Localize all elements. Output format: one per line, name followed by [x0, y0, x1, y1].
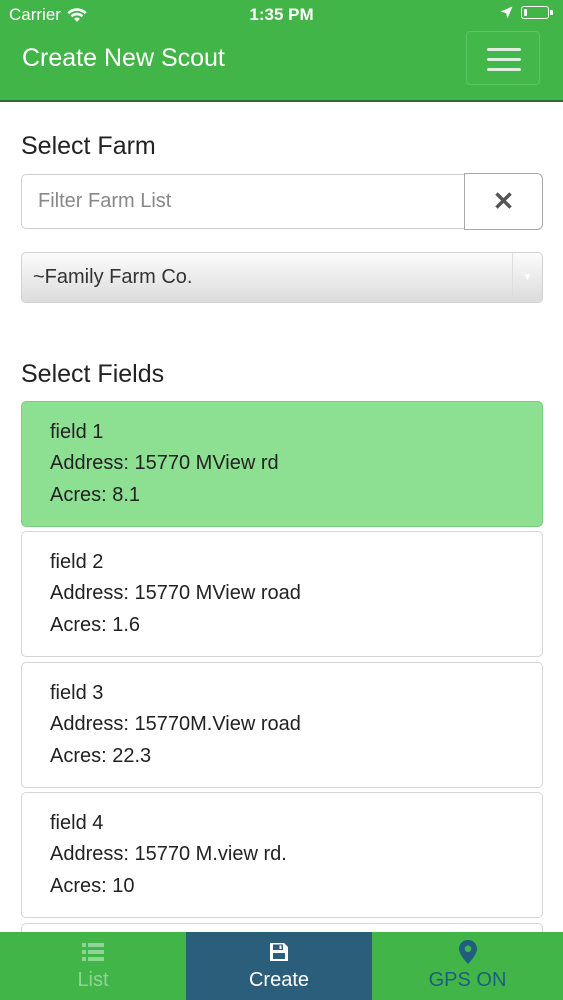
farm-select[interactable]: ~Family Farm Co. ▼: [21, 252, 543, 303]
field-name: field 3: [50, 682, 104, 704]
farm-select-value: ~Family Farm Co.: [33, 266, 193, 288]
map-marker-icon: [458, 940, 477, 964]
menu-toggle-button[interactable]: [466, 31, 540, 85]
select-farm-heading: Select Farm: [21, 132, 156, 160]
tab-create[interactable]: Create: [186, 932, 372, 1000]
status-bar: Carrier 1:35 PM: [0, 0, 563, 30]
tab-gps-label: GPS ON: [428, 969, 507, 991]
battery-level: [523, 8, 527, 16]
save-icon: [269, 940, 289, 964]
page-title: Create New Scout: [22, 44, 225, 72]
tab-list[interactable]: List: [0, 932, 186, 1000]
hamburger-icon: [487, 58, 521, 61]
select-fields-heading: Select Fields: [21, 360, 165, 388]
field-address: Address: 15770M.View road: [50, 713, 301, 735]
field-name: field 1: [50, 421, 104, 443]
chevron-down-icon: ▼: [512, 253, 542, 302]
hamburger-icon: [487, 48, 521, 51]
tab-list-label: List: [77, 969, 109, 991]
field-acres: Acres: 1.6: [50, 614, 141, 636]
battery-icon: [521, 6, 553, 19]
bottom-tab-bar: List Create GPS ON: [0, 932, 563, 1000]
status-right: [500, 6, 553, 19]
list-icon: [82, 940, 104, 964]
field-card[interactable]: field 4 Address: 15770 M.view rd. Acres:…: [21, 792, 543, 918]
farm-filter-input[interactable]: [21, 174, 465, 229]
field-acres: Acres: 10: [50, 875, 135, 897]
tab-create-label: Create: [248, 969, 310, 991]
hamburger-icon: [487, 68, 521, 71]
clear-filter-button[interactable]: ✕: [464, 173, 543, 230]
field-address: Address: 15770 MView road: [50, 582, 301, 604]
location-arrow-icon: [500, 6, 513, 19]
field-address: Address: 15770 M.view rd.: [50, 843, 287, 865]
field-acres: Acres: 8.1: [50, 484, 141, 506]
field-acres: Acres: 22.3: [50, 745, 152, 767]
field-name: field 4: [50, 812, 104, 834]
field-card[interactable]: field 1 Address: 15770 MView rd Acres: 8…: [21, 401, 543, 527]
field-card[interactable]: field 3 Address: 15770M.View road Acres:…: [21, 662, 543, 788]
close-icon: ✕: [492, 186, 515, 216]
field-name: field 2: [50, 551, 104, 573]
navbar: Create New Scout: [0, 30, 563, 102]
field-address: Address: 15770 MView rd: [50, 452, 279, 474]
field-card[interactable]: field 2 Address: 15770 MView road Acres:…: [21, 531, 543, 657]
status-time: 1:35 PM: [249, 5, 314, 24]
tab-gps[interactable]: GPS ON: [372, 932, 563, 1000]
